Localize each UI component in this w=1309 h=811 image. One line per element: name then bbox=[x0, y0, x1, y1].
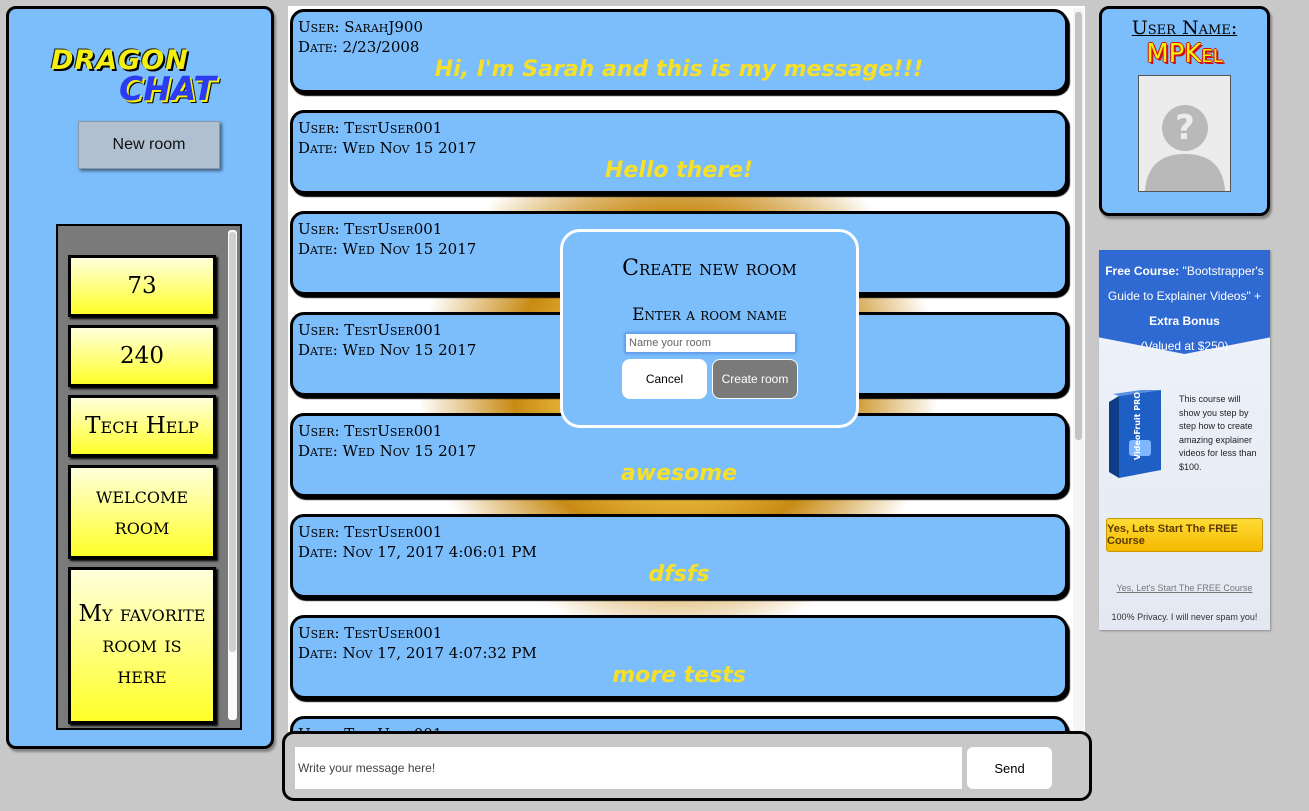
logo-line2: CHAT bbox=[119, 69, 216, 108]
start-course-button[interactable]: Yes, Lets Start The FREE Course bbox=[1106, 518, 1263, 552]
message-user: User: TestUser001 bbox=[298, 523, 443, 541]
message-user: User: TestUser001 bbox=[298, 321, 443, 339]
message-text: dfsfs bbox=[648, 562, 710, 587]
start-course-link[interactable]: Yes, Let's Start The FREE Course bbox=[1099, 583, 1270, 593]
message-card: User: TestUser001 Date: Nov 17, 2017 4:06… bbox=[290, 514, 1068, 598]
ad-head-value: (Valued at $250) bbox=[1140, 339, 1229, 353]
message-date: Date: Wed Nov 15 2017 bbox=[298, 240, 477, 258]
send-button[interactable]: Send bbox=[967, 747, 1052, 789]
message-card: User: TestUser001 Date: Nov 17, 2017 4:07… bbox=[290, 615, 1068, 699]
ad-head-bold: Free Course: bbox=[1105, 264, 1180, 278]
ad-product-name: VideoFruit PRO bbox=[1133, 392, 1142, 460]
message-date: Date: Wed Nov 15 2017 bbox=[298, 341, 477, 359]
username-label: User Name: bbox=[1131, 17, 1238, 39]
message-user: User: TestUser001 bbox=[298, 119, 443, 137]
chat-scroll-thumb[interactable] bbox=[1075, 12, 1082, 440]
message-text: more tests bbox=[612, 663, 746, 688]
advertisement[interactable]: Free Course: "Bootstrapper's Guide to Ex… bbox=[1099, 250, 1270, 630]
room-item[interactable]: 240 bbox=[68, 325, 216, 387]
chat-scrollbar[interactable] bbox=[1073, 8, 1084, 742]
message-date: Date: Nov 17, 2017 4:06:01 PM bbox=[298, 543, 537, 561]
question-person-icon: ? bbox=[1145, 105, 1225, 191]
dialog-title: Create new room bbox=[622, 256, 797, 281]
ad-privacy-note: 100% Privacy. I will never spam you! bbox=[1111, 612, 1258, 622]
message-user: User: SarahJ900 bbox=[298, 18, 423, 36]
message-date: Date: Nov 17, 2017 4:07:32 PM bbox=[298, 644, 537, 662]
dragon-chat-logo: DRAGON CHAT bbox=[51, 45, 247, 111]
room-name-label: Enter a room name bbox=[632, 305, 787, 325]
user-panel: User Name: MPKel ? bbox=[1099, 6, 1270, 216]
message-date: Date: 2/23/2008 bbox=[298, 38, 420, 56]
ad-header-text: Free Course: "Bootstrapper's Guide to Ex… bbox=[1103, 259, 1266, 359]
new-room-button[interactable]: New room bbox=[78, 121, 220, 169]
room-list[interactable]: 73 240 Tech Help welcome room My favorit… bbox=[56, 224, 242, 730]
message-card: User: SarahJ900 Date: 2/23/2008 Hi, I'm S… bbox=[290, 9, 1068, 93]
avatar[interactable]: ? bbox=[1138, 75, 1231, 192]
svg-text:?: ? bbox=[1175, 108, 1195, 148]
room-list-scrollbar[interactable] bbox=[228, 230, 237, 720]
message-user: User: TestUser001 bbox=[298, 422, 443, 440]
message-card: User: TestUser001 Date: Wed Nov 15 2017 H… bbox=[290, 110, 1068, 194]
ad-body-text: This course will show you step by step h… bbox=[1179, 394, 1257, 472]
username: MPKel bbox=[1146, 39, 1223, 69]
left-panel: DRAGON CHAT New room 73 240 Tech Help we… bbox=[6, 6, 274, 749]
message-text: awesome bbox=[620, 461, 738, 486]
create-room-dialog: Create new room Enter a room name Name y… bbox=[560, 229, 859, 428]
room-item[interactable]: My favorite room is here bbox=[68, 567, 216, 724]
message-date: Date: Wed Nov 15 2017 bbox=[298, 442, 477, 460]
message-text: Hello there! bbox=[604, 158, 754, 183]
room-item[interactable]: Tech Help bbox=[68, 395, 216, 457]
message-composer: Write your message here! Send bbox=[282, 731, 1092, 801]
product-box-icon: VideoFruit PRO bbox=[1109, 390, 1161, 478]
cancel-button[interactable]: Cancel bbox=[622, 359, 707, 399]
room-item[interactable]: welcome room bbox=[68, 465, 216, 559]
message-text: Hi, I'm Sarah and this is my message!!! bbox=[434, 57, 924, 82]
room-list-scroll-thumb[interactable] bbox=[229, 232, 236, 652]
ad-head-bonus: Extra Bonus bbox=[1149, 314, 1220, 328]
room-item[interactable]: 73 bbox=[68, 255, 216, 317]
create-room-button[interactable]: Create room bbox=[712, 359, 798, 399]
message-user: User: TestUser001 bbox=[298, 220, 443, 238]
message-input[interactable]: Write your message here! bbox=[295, 747, 962, 789]
message-user: User: TestUser001 bbox=[298, 624, 443, 642]
message-date: Date: Wed Nov 15 2017 bbox=[298, 139, 477, 157]
room-name-input[interactable]: Name your room bbox=[625, 333, 796, 353]
